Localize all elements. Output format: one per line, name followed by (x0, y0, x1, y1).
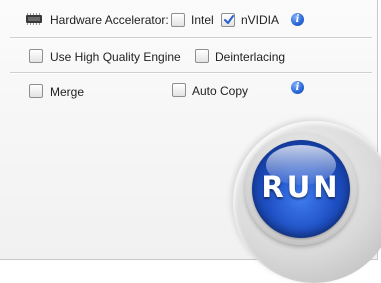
auto-copy-label[interactable]: Auto Copy (192, 84, 248, 98)
use-high-quality-engine-checkbox[interactable] (29, 49, 43, 63)
run-button[interactable]: RUN (252, 140, 350, 238)
intel-checkbox[interactable] (171, 13, 185, 27)
intel-label[interactable]: Intel (191, 13, 214, 27)
nvidia-label[interactable]: nVIDIA (241, 13, 279, 27)
use-high-quality-engine-label[interactable]: Use High Quality Engine (50, 50, 181, 64)
merge-checkbox[interactable] (29, 84, 43, 98)
settings-panel: Hardware Accelerator: Intel nVIDIA i Use… (0, 0, 381, 283)
deinterlacing-label[interactable]: Deinterlacing (215, 50, 285, 64)
separator (10, 37, 372, 39)
checkmark-icon (224, 15, 234, 24)
hardware-accelerator-label: Hardware Accelerator: (50, 13, 169, 27)
merge-label[interactable]: Merge (50, 85, 84, 99)
info-icon[interactable]: i (291, 81, 304, 94)
deinterlacing-checkbox[interactable] (195, 49, 209, 63)
separator (10, 72, 372, 74)
info-icon[interactable]: i (291, 13, 304, 26)
run-button-label: RUN (261, 170, 341, 204)
auto-copy-checkbox[interactable] (172, 83, 186, 97)
gpu-chip-icon (26, 13, 42, 25)
nvidia-checkbox[interactable] (221, 13, 235, 27)
